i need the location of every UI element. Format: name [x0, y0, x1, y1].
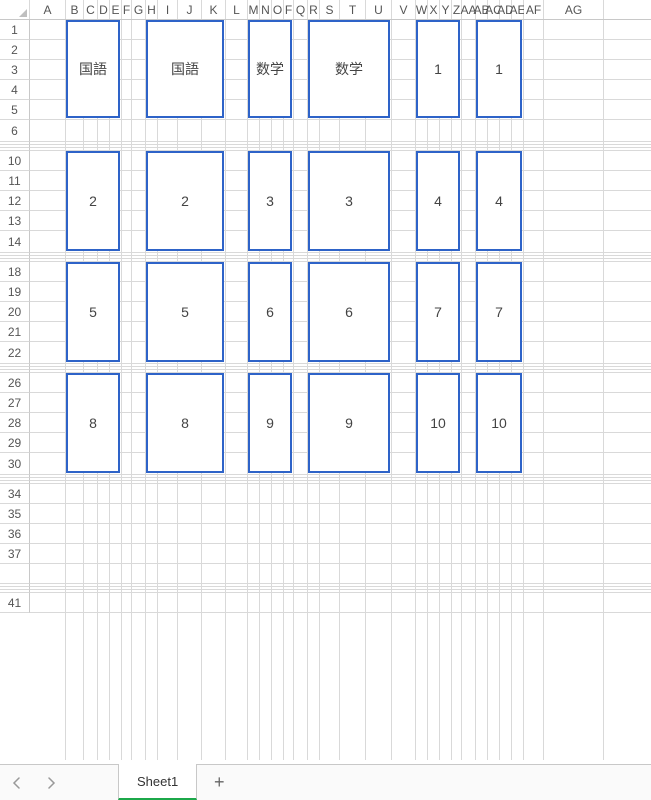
- row-header-cell[interactable]: 5: [0, 100, 30, 120]
- row-header-cell[interactable]: 1: [0, 20, 30, 40]
- row-header-cell[interactable]: 11: [0, 171, 30, 191]
- merged-cell[interactable]: 数学: [308, 20, 390, 118]
- col-header-cell[interactable]: H: [146, 0, 158, 19]
- chevron-right-icon: [46, 777, 56, 789]
- merged-cell[interactable]: 3: [308, 151, 390, 251]
- merged-cell[interactable]: 3: [248, 151, 292, 251]
- spreadsheet-grid[interactable]: 1234561011121314181920212226272829303435…: [0, 20, 651, 760]
- col-header-cell[interactable]: I: [158, 0, 178, 19]
- col-header-cell[interactable]: T: [340, 0, 366, 19]
- col-header-cell[interactable]: E: [110, 0, 122, 19]
- col-header-cell[interactable]: F: [284, 0, 294, 19]
- row-header-cell[interactable]: 26: [0, 373, 30, 393]
- merged-cell[interactable]: 数学: [248, 20, 292, 118]
- col-header-cell[interactable]: AE: [512, 0, 524, 19]
- row-header-cell[interactable]: 36: [0, 524, 30, 544]
- merged-cell[interactable]: 1: [476, 20, 522, 118]
- col-header-cell[interactable]: F: [122, 0, 132, 19]
- merged-cell[interactable]: 国語: [146, 20, 224, 118]
- tab-nav-prev[interactable]: [0, 765, 34, 800]
- col-header-cell[interactable]: AG: [544, 0, 604, 19]
- col-header-cell[interactable]: N: [260, 0, 272, 19]
- row-header-cell[interactable]: [0, 564, 30, 584]
- merged-cell[interactable]: 5: [146, 262, 224, 362]
- row-header-cell[interactable]: 3: [0, 60, 30, 80]
- row-header-cell[interactable]: 21: [0, 322, 30, 342]
- col-header-cell[interactable]: B: [66, 0, 84, 19]
- row-header-cell[interactable]: 34: [0, 484, 30, 504]
- col-header-cell[interactable]: D: [98, 0, 110, 19]
- merged-cell[interactable]: 8: [146, 373, 224, 473]
- merged-cell[interactable]: 5: [66, 262, 120, 362]
- row-header-cell[interactable]: 13: [0, 211, 30, 231]
- merged-cell[interactable]: 2: [146, 151, 224, 251]
- row-header-cell[interactable]: 30: [0, 453, 30, 475]
- row-header-cell[interactable]: 10: [0, 151, 30, 171]
- cells-area[interactable]: 国語国語数学数学1122334455667788991010: [30, 20, 651, 760]
- tab-nav-next[interactable]: [34, 765, 68, 800]
- row-header-cell[interactable]: 22: [0, 342, 30, 364]
- col-header-cell[interactable]: Y: [440, 0, 452, 19]
- merged-cell[interactable]: 6: [248, 262, 292, 362]
- col-header-cell[interactable]: A: [30, 0, 66, 19]
- merged-cell[interactable]: 9: [248, 373, 292, 473]
- row-header-cell[interactable]: 12: [0, 191, 30, 211]
- col-header-cell[interactable]: V: [392, 0, 416, 19]
- merged-cell[interactable]: 2: [66, 151, 120, 251]
- row-header-cell[interactable]: 6: [0, 120, 30, 142]
- merged-cell[interactable]: 4: [476, 151, 522, 251]
- merged-cell[interactable]: 4: [416, 151, 460, 251]
- column-header[interactable]: ABCDEFGHIJKLMNOFQRSTUVWXYZAAABACADAEAFAG: [0, 0, 651, 20]
- merged-cell[interactable]: 10: [476, 373, 522, 473]
- col-header-cell[interactable]: L: [226, 0, 248, 19]
- merged-cell[interactable]: 7: [416, 262, 460, 362]
- chevron-left-icon: [12, 777, 22, 789]
- add-sheet-button[interactable]: +: [197, 765, 241, 800]
- col-header-cell[interactable]: W: [416, 0, 428, 19]
- col-header-cell[interactable]: U: [366, 0, 392, 19]
- col-header-cell[interactable]: C: [84, 0, 98, 19]
- row-header-cell[interactable]: 2: [0, 40, 30, 60]
- col-header-cell[interactable]: R: [308, 0, 320, 19]
- merged-cell[interactable]: 10: [416, 373, 460, 473]
- col-header-cell[interactable]: AF: [524, 0, 544, 19]
- row-header-cell[interactable]: 14: [0, 231, 30, 253]
- col-header-cell[interactable]: J: [178, 0, 202, 19]
- merged-cell[interactable]: 7: [476, 262, 522, 362]
- merged-cell[interactable]: 1: [416, 20, 460, 118]
- row-header-cell[interactable]: 35: [0, 504, 30, 524]
- sheet-tab-active[interactable]: Sheet1: [118, 764, 197, 800]
- col-header-cell[interactable]: O: [272, 0, 284, 19]
- row-header[interactable]: 1234561011121314181920212226272829303435…: [0, 20, 30, 613]
- row-header-cell[interactable]: 18: [0, 262, 30, 282]
- row-header-cell[interactable]: 20: [0, 302, 30, 322]
- col-header-cell[interactable]: X: [428, 0, 440, 19]
- col-header-cell[interactable]: Q: [294, 0, 308, 19]
- merged-cell[interactable]: 8: [66, 373, 120, 473]
- sheet-tab-bar: Sheet1 +: [0, 764, 651, 800]
- col-header-cell[interactable]: G: [132, 0, 146, 19]
- merged-cell[interactable]: 国語: [66, 20, 120, 118]
- row-header-cell[interactable]: 4: [0, 80, 30, 100]
- merged-cell[interactable]: 9: [308, 373, 390, 473]
- row-header-cell[interactable]: 41: [0, 593, 30, 613]
- col-header-cell[interactable]: M: [248, 0, 260, 19]
- select-all-corner[interactable]: [0, 0, 30, 19]
- row-header-cell[interactable]: 27: [0, 393, 30, 413]
- col-header-cell[interactable]: S: [320, 0, 340, 19]
- row-header-cell[interactable]: 29: [0, 433, 30, 453]
- merged-cell[interactable]: 6: [308, 262, 390, 362]
- row-header-cell[interactable]: 28: [0, 413, 30, 433]
- row-header-cell[interactable]: 19: [0, 282, 30, 302]
- row-header-cell[interactable]: 37: [0, 544, 30, 564]
- col-header-cell[interactable]: K: [202, 0, 226, 19]
